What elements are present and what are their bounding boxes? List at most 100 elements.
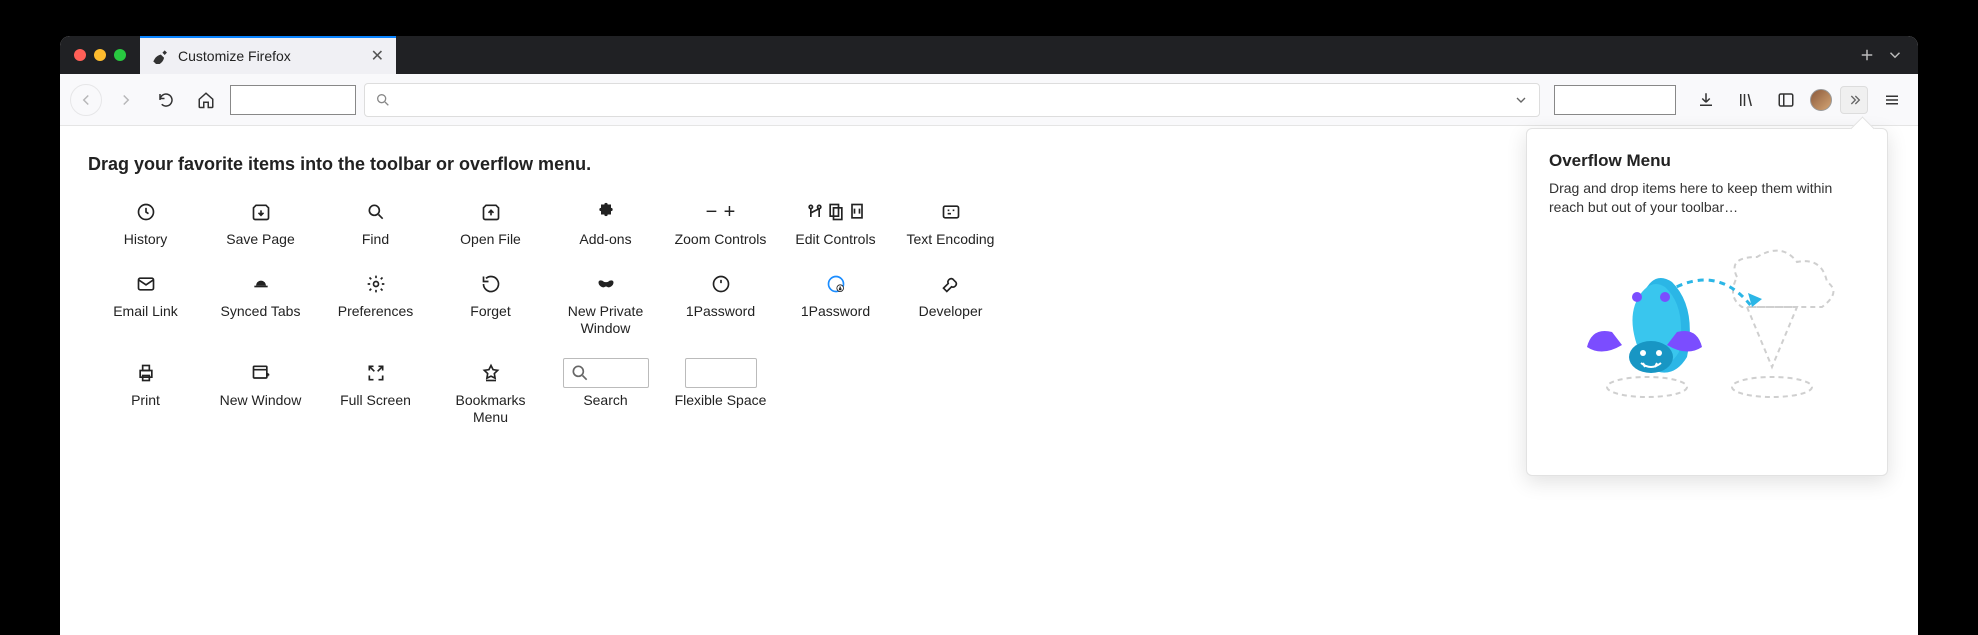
library-button[interactable] [1730,84,1762,116]
palette-item-label: New Window [220,392,302,410]
reload-button[interactable] [150,84,182,116]
bookmark-star-icon [481,362,501,384]
palette-item-label: 1Password [801,303,870,321]
customize-panel: Drag your favorite items into the toolba… [60,126,1918,635]
onepassword-color-icon [826,273,846,295]
palette-item-private-window[interactable]: New Private Window [548,269,663,342]
overflow-menu-panel[interactable]: Overflow Menu Drag and drop items here t… [1526,128,1888,476]
palette-item-flexible-space[interactable]: Flexible Space [663,358,778,431]
palette-item-label: Print [131,392,160,410]
address-bar[interactable] [364,83,1540,117]
tab-title: Customize Firefox [178,48,291,64]
search-icon [375,92,391,108]
palette-item-label: Edit Controls [795,231,875,249]
titlebar: Customize Firefox ✕ [60,36,1918,74]
palette-item-bookmarks-menu[interactable]: Bookmarks Menu [433,358,548,431]
find-icon [366,201,386,223]
new-tab-icon[interactable] [1858,46,1876,64]
print-icon [136,362,156,384]
palette-item-label: 1Password [686,303,755,321]
overflow-title: Overflow Menu [1549,151,1865,171]
palette-item-label: Flexible Space [675,392,767,410]
palette-item-synced-tabs[interactable]: Synced Tabs [203,269,318,342]
palette-item-save-page[interactable]: Save Page [203,197,318,253]
palette-item-open-file[interactable]: Open File [433,197,548,253]
palette-item-find[interactable]: Find [318,197,433,253]
palette-item-addons[interactable]: Add-ons [548,197,663,253]
palette-item-label: Search [583,392,627,410]
palette-item-1password-a[interactable]: 1Password [663,269,778,342]
app-menu-button[interactable] [1876,84,1908,116]
browser-tab[interactable]: Customize Firefox ✕ [140,36,396,74]
synced-tabs-icon [251,273,271,295]
palette-item-zoom[interactable]: −+ Zoom Controls [663,197,778,253]
palette-item-developer[interactable]: Developer [893,269,1008,342]
palette-item-label: Preferences [338,303,413,321]
overflow-button[interactable] [1840,86,1868,114]
palette-item-label: Developer [919,303,983,321]
urlbar-dropdown-icon[interactable] [1513,92,1529,108]
flexible-space-icon [685,362,757,384]
toolbar-placeholder-slot[interactable] [230,85,356,115]
firefox-window: Customize Firefox ✕ Drag your favorite i… [60,36,1918,635]
forget-icon [481,273,501,295]
palette-item-label: History [124,231,168,249]
back-button[interactable] [70,84,102,116]
gear-icon [366,273,386,295]
customize-icon [152,48,168,64]
palette-item-label: Find [362,231,389,249]
open-file-icon [481,201,501,223]
palette-item-search[interactable]: Search [548,358,663,431]
palette-item-1password-b[interactable]: 1Password [778,269,893,342]
downloads-button[interactable] [1690,84,1722,116]
palette-item-label: Add-ons [579,231,631,249]
palette-item-label: Text Encoding [907,231,995,249]
fullscreen-icon [366,362,386,384]
toolbar-placeholder-slot-2[interactable] [1554,85,1676,115]
mask-icon [596,273,616,295]
palette-item-fullscreen[interactable]: Full Screen [318,358,433,431]
zoom-icon: −+ [704,201,738,223]
palette-item-encoding[interactable]: Text Encoding [893,197,1008,253]
palette-item-preferences[interactable]: Preferences [318,269,433,342]
palette-item-email-link[interactable]: Email Link [88,269,203,342]
new-window-icon [251,362,271,384]
save-icon [251,201,271,223]
palette-item-print[interactable]: Print [88,358,203,431]
account-avatar[interactable] [1810,89,1832,111]
all-tabs-icon[interactable] [1886,46,1904,64]
titlebar-right [1844,46,1918,64]
onepassword-icon [711,273,731,295]
palette-item-label: New Private Window [552,303,659,338]
tab-close-icon[interactable]: ✕ [371,46,384,66]
search-box-icon [563,362,649,384]
palette-item-label: Email Link [113,303,178,321]
palette-item-label: Zoom Controls [675,231,767,249]
window-controls [60,49,140,61]
maximize-window-button[interactable] [114,49,126,61]
wrench-icon [941,273,961,295]
forward-button[interactable] [110,84,142,116]
mail-icon [136,273,156,295]
palette-item-label: Synced Tabs [221,303,301,321]
minimize-window-button[interactable] [94,49,106,61]
history-icon [136,201,156,223]
overflow-description: Drag and drop items here to keep them wi… [1549,179,1865,217]
home-button[interactable] [190,84,222,116]
palette-item-label: Bookmarks Menu [437,392,544,427]
nav-toolbar [60,74,1918,126]
palette-item-label: Open File [460,231,521,249]
palette-item-label: Forget [470,303,510,321]
palette-item-history[interactable]: History [88,197,203,253]
palette-item-forget[interactable]: Forget [433,269,548,342]
edit-controls-icon [805,201,867,223]
palette-item-label: Save Page [226,231,295,249]
close-window-button[interactable] [74,49,86,61]
palette-item-edit[interactable]: Edit Controls [778,197,893,253]
sidebar-button[interactable] [1770,84,1802,116]
puzzle-icon [596,201,616,223]
palette-item-new-window[interactable]: New Window [203,358,318,431]
overflow-illustration [1549,237,1865,417]
palette-item-label: Full Screen [340,392,411,410]
encoding-icon [941,201,961,223]
